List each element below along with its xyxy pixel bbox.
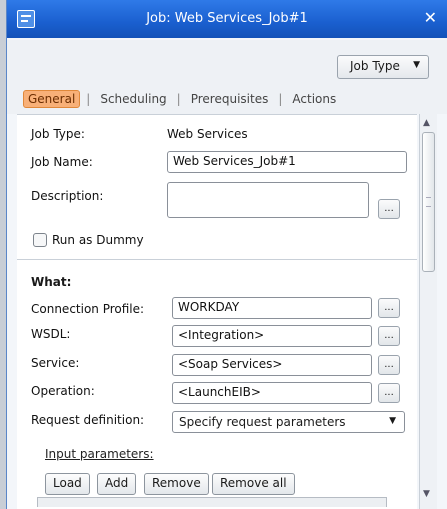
service-field[interactable]: <Soap Services> (172, 354, 372, 376)
input-parameters-table[interactable] (37, 497, 387, 507)
wsdl-label: WSDL: (31, 327, 71, 341)
add-button[interactable]: Add (97, 473, 137, 495)
service-browse-button[interactable]: ... (378, 355, 400, 375)
operation-browse-button[interactable]: ... (378, 383, 400, 403)
tab-separator: | (86, 92, 91, 106)
tab-actions[interactable]: Actions (288, 90, 340, 108)
what-section-title: What: (31, 275, 72, 289)
wsdl-browse-button[interactable]: ... (378, 326, 400, 346)
close-icon[interactable]: ✕ (424, 8, 437, 27)
window-title: Job: Web Services_Job#1 (146, 11, 308, 26)
section-divider (17, 259, 417, 260)
wsdl-field[interactable]: <Integration> (172, 325, 372, 347)
job-type-button-label: Job Type (350, 59, 400, 73)
scroll-down-icon[interactable]: ▼ (423, 489, 430, 499)
toolbar: Job Type ▼ General | Scheduling | Prereq… (7, 40, 447, 114)
service-label: Service: (31, 356, 80, 370)
scroll-up-icon[interactable]: ▲ (423, 118, 430, 128)
tab-general[interactable]: General (23, 90, 81, 108)
input-parameters-label: Input parameters: (45, 447, 154, 461)
tab-separator: | (176, 92, 181, 106)
run-as-dummy-label: Run as Dummy (52, 233, 144, 247)
job-type-label: Job Type: (31, 127, 85, 141)
tab-separator: | (278, 92, 283, 106)
scroll-thumb[interactable] (422, 132, 435, 272)
job-name-label: Job Name: (31, 155, 93, 169)
request-definition-label: Request definition: (31, 413, 145, 427)
vertical-scrollbar[interactable]: ▲ ▼ (419, 114, 437, 509)
job-type-button[interactable]: Job Type ▼ (337, 55, 429, 79)
connection-profile-label: Connection Profile: (31, 302, 145, 316)
run-as-dummy-checkbox[interactable] (33, 233, 47, 247)
connection-profile-browse-button[interactable]: ... (378, 298, 400, 318)
chevron-down-icon: ▼ (389, 416, 396, 426)
grip-icon (426, 197, 431, 207)
request-definition-select[interactable]: Specify request parameters ▼ (172, 411, 405, 433)
remove-button[interactable]: Remove (144, 473, 209, 495)
connection-profile-field[interactable]: WORKDAY (172, 297, 372, 319)
operation-field[interactable]: <LaunchEIB> (172, 382, 372, 404)
tab-prerequisites[interactable]: Prerequisites (187, 90, 273, 108)
tab-bar: General | Scheduling | Prerequisites | A… (23, 90, 340, 108)
description-label: Description: (31, 189, 104, 203)
operation-label: Operation: (31, 384, 95, 398)
general-tab-panel: Job Type: Web Services Job Name: Web Ser… (17, 114, 417, 509)
job-type-value: Web Services (167, 127, 248, 141)
description-browse-button[interactable]: ... (378, 199, 400, 219)
description-field[interactable] (167, 182, 369, 218)
request-definition-value: Specify request parameters (179, 415, 346, 429)
load-button[interactable]: Load (45, 473, 90, 495)
chevron-down-icon: ▼ (413, 60, 420, 70)
remove-all-button[interactable]: Remove all (212, 473, 295, 495)
title-bar[interactable]: Job: Web Services_Job#1 ✕ (7, 0, 447, 38)
job-dialog: Job: Web Services_Job#1 ✕ Job Type ▼ Gen… (6, 0, 447, 509)
tab-scheduling[interactable]: Scheduling (96, 90, 170, 108)
job-name-field[interactable]: Web Services_Job#1 (167, 151, 407, 173)
